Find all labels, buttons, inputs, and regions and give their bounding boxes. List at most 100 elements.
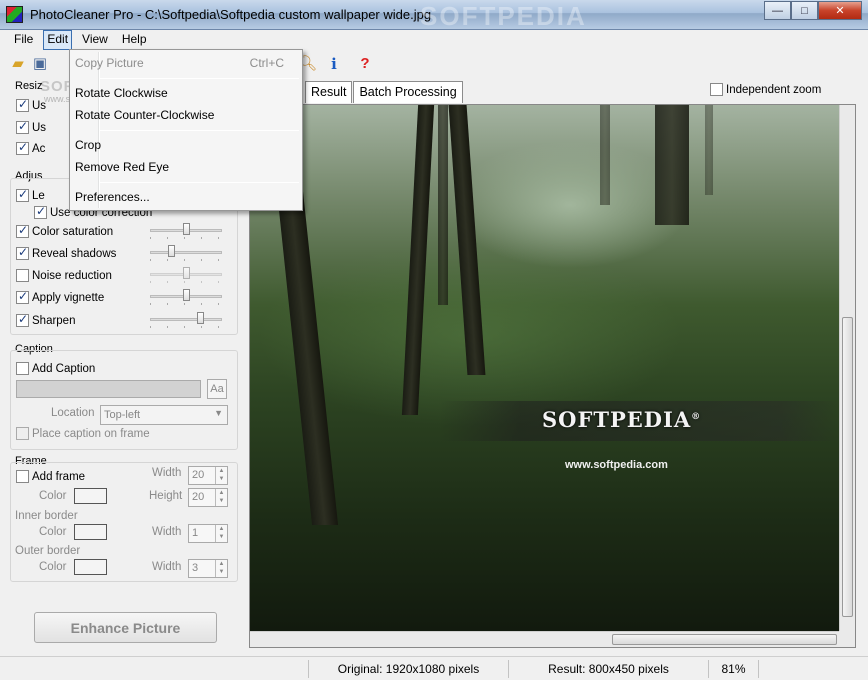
font-button[interactable]: Aa [207, 379, 227, 399]
independent-zoom-checkbox[interactable] [710, 83, 723, 96]
menu-bar: File Edit View Help [0, 30, 868, 50]
tab-batch-processing[interactable]: Batch Processing [353, 81, 463, 103]
add-frame-option[interactable]: Add frame [16, 470, 85, 483]
add-caption-label: Add Caption [32, 362, 96, 375]
sharpen-checkbox[interactable] [16, 312, 29, 327]
app-icon[interactable] [6, 6, 23, 23]
reveal-shadows-option[interactable]: Reveal shadows [16, 245, 116, 260]
place-caption-option[interactable]: Place caption on frame [16, 427, 150, 440]
frame-color-label: Color [39, 490, 67, 502]
slider-thumb[interactable] [182, 223, 190, 235]
apply-vignette-checkbox[interactable] [16, 289, 29, 304]
noise-reduction-slider[interactable] [150, 267, 222, 283]
levels-label: Le [32, 189, 45, 202]
caption-text-input[interactable] [16, 380, 201, 398]
color-saturation-checkbox[interactable] [16, 223, 29, 238]
menu-crop[interactable]: Crop [75, 138, 101, 152]
image-viewer[interactable]: SOFTPEDIA® www.softpedia.com [249, 104, 856, 648]
maximize-button[interactable]: □ [791, 1, 818, 20]
color-saturation-label: Color saturation [32, 225, 114, 238]
menu-separator [100, 182, 299, 183]
view-tabs: Result Batch Processing [305, 81, 464, 103]
frame-color-swatch[interactable] [74, 488, 107, 504]
noise-reduction-label: Noise reduction [32, 269, 112, 282]
tab-result[interactable]: Result [305, 81, 353, 103]
resize-option-3[interactable]: Ac [16, 140, 45, 155]
outer-border-width-input[interactable]: 3 ▲ ▼ [188, 559, 228, 578]
apply-vignette-slider[interactable] [150, 289, 222, 305]
resize-option-2-checkbox[interactable] [16, 119, 29, 134]
outer-border-color-swatch[interactable] [74, 559, 107, 575]
frame-width-input[interactable]: 20 ▲ ▼ [188, 466, 228, 485]
add-frame-label: Add frame [32, 470, 86, 483]
location-value: Top-left [104, 409, 141, 421]
close-button[interactable]: ✕ [818, 1, 862, 20]
add-frame-checkbox[interactable] [16, 470, 29, 483]
reveal-shadows-slider[interactable] [150, 245, 222, 261]
frame-height-input[interactable]: 20 ▲ ▼ [188, 488, 228, 507]
sharpen-slider[interactable] [150, 312, 222, 328]
reveal-shadows-checkbox[interactable] [16, 245, 29, 260]
add-caption-option[interactable]: Add Caption [16, 362, 95, 375]
menu-copy-picture[interactable]: Copy Picture [75, 56, 144, 70]
add-caption-checkbox[interactable] [16, 362, 29, 375]
status-result-size: Result: 800x450 pixels [508, 660, 708, 678]
resize-option-1-checkbox[interactable] [16, 97, 29, 112]
color-saturation-option[interactable]: Color saturation [16, 223, 114, 238]
menu-preferences[interactable]: Preferences... [75, 190, 150, 204]
horizontal-scrollbar[interactable] [250, 631, 840, 647]
edit-menu-dropdown: Copy Picture Ctrl+C Rotate Clockwise Rot… [69, 49, 303, 211]
resize-option-1[interactable]: Us [16, 97, 46, 112]
open-folder-icon[interactable]: ▰ [10, 56, 26, 72]
location-select[interactable]: Top-left ▼ [100, 405, 228, 425]
menu-file[interactable]: File [10, 30, 37, 50]
resize-option-3-checkbox[interactable] [16, 140, 29, 155]
outer-border-width-value: 3 [192, 562, 199, 574]
slider-thumb[interactable] [182, 289, 190, 301]
horizontal-scroll-thumb[interactable] [612, 634, 837, 645]
menu-remove-red-eye[interactable]: Remove Red Eye [75, 160, 169, 174]
inner-border-width-input[interactable]: 1 ▲ ▼ [188, 524, 228, 543]
spin-arrows-icon[interactable]: ▲ ▼ [215, 560, 227, 577]
use-color-correction-checkbox[interactable] [34, 204, 47, 219]
levels-option[interactable]: Le [16, 187, 45, 202]
enhance-picture-button[interactable]: Enhance Picture [34, 612, 217, 643]
color-saturation-slider[interactable] [150, 223, 222, 239]
slider-thumb[interactable] [196, 312, 204, 324]
inner-border-color-swatch[interactable] [74, 524, 107, 540]
slider-thumb[interactable] [168, 245, 176, 257]
spin-arrows-icon[interactable]: ▲ ▼ [215, 467, 227, 484]
menu-rotate-counter-clockwise[interactable]: Rotate Counter-Clockwise [75, 108, 214, 122]
apply-vignette-option[interactable]: Apply vignette [16, 289, 105, 304]
help-icon[interactable]: ? [357, 56, 373, 72]
outer-width-label: Width [152, 561, 182, 573]
noise-reduction-option[interactable]: Noise reduction [16, 269, 112, 282]
levels-checkbox[interactable] [16, 187, 29, 202]
outer-color-label: Color [39, 561, 67, 573]
apply-vignette-label: Apply vignette [32, 291, 105, 304]
frame-height-value: 20 [192, 491, 205, 503]
spin-arrows-icon[interactable]: ▲ ▼ [215, 489, 227, 506]
sharpen-option[interactable]: Sharpen [16, 312, 75, 327]
slider-thumb[interactable] [182, 267, 190, 279]
vertical-scrollbar[interactable] [839, 105, 855, 631]
menu-help[interactable]: Help [118, 30, 151, 50]
place-caption-checkbox[interactable] [16, 427, 29, 440]
menu-separator [100, 78, 299, 79]
menu-rotate-clockwise[interactable]: Rotate Clockwise [75, 86, 168, 100]
save-icon[interactable]: ▣ [32, 56, 48, 72]
info-icon[interactable]: i [326, 56, 342, 72]
resize-option-2[interactable]: Us [16, 119, 46, 134]
vertical-scroll-thumb[interactable] [842, 317, 853, 617]
scroll-corner [839, 631, 855, 647]
registered-mark: ® [691, 412, 702, 422]
chevron-down-icon: ▼ [214, 408, 223, 418]
spin-arrows-icon[interactable]: ▲ ▼ [215, 525, 227, 542]
noise-reduction-checkbox[interactable] [16, 269, 29, 282]
title-watermark: SOFTPEDIA [420, 1, 587, 31]
status-zoom: 81% [708, 660, 758, 678]
independent-zoom-option[interactable]: Independent zoom [710, 83, 821, 96]
minimize-button[interactable]: — [764, 1, 791, 20]
menu-view[interactable]: View [78, 30, 112, 50]
menu-edit[interactable]: Edit [43, 30, 73, 50]
